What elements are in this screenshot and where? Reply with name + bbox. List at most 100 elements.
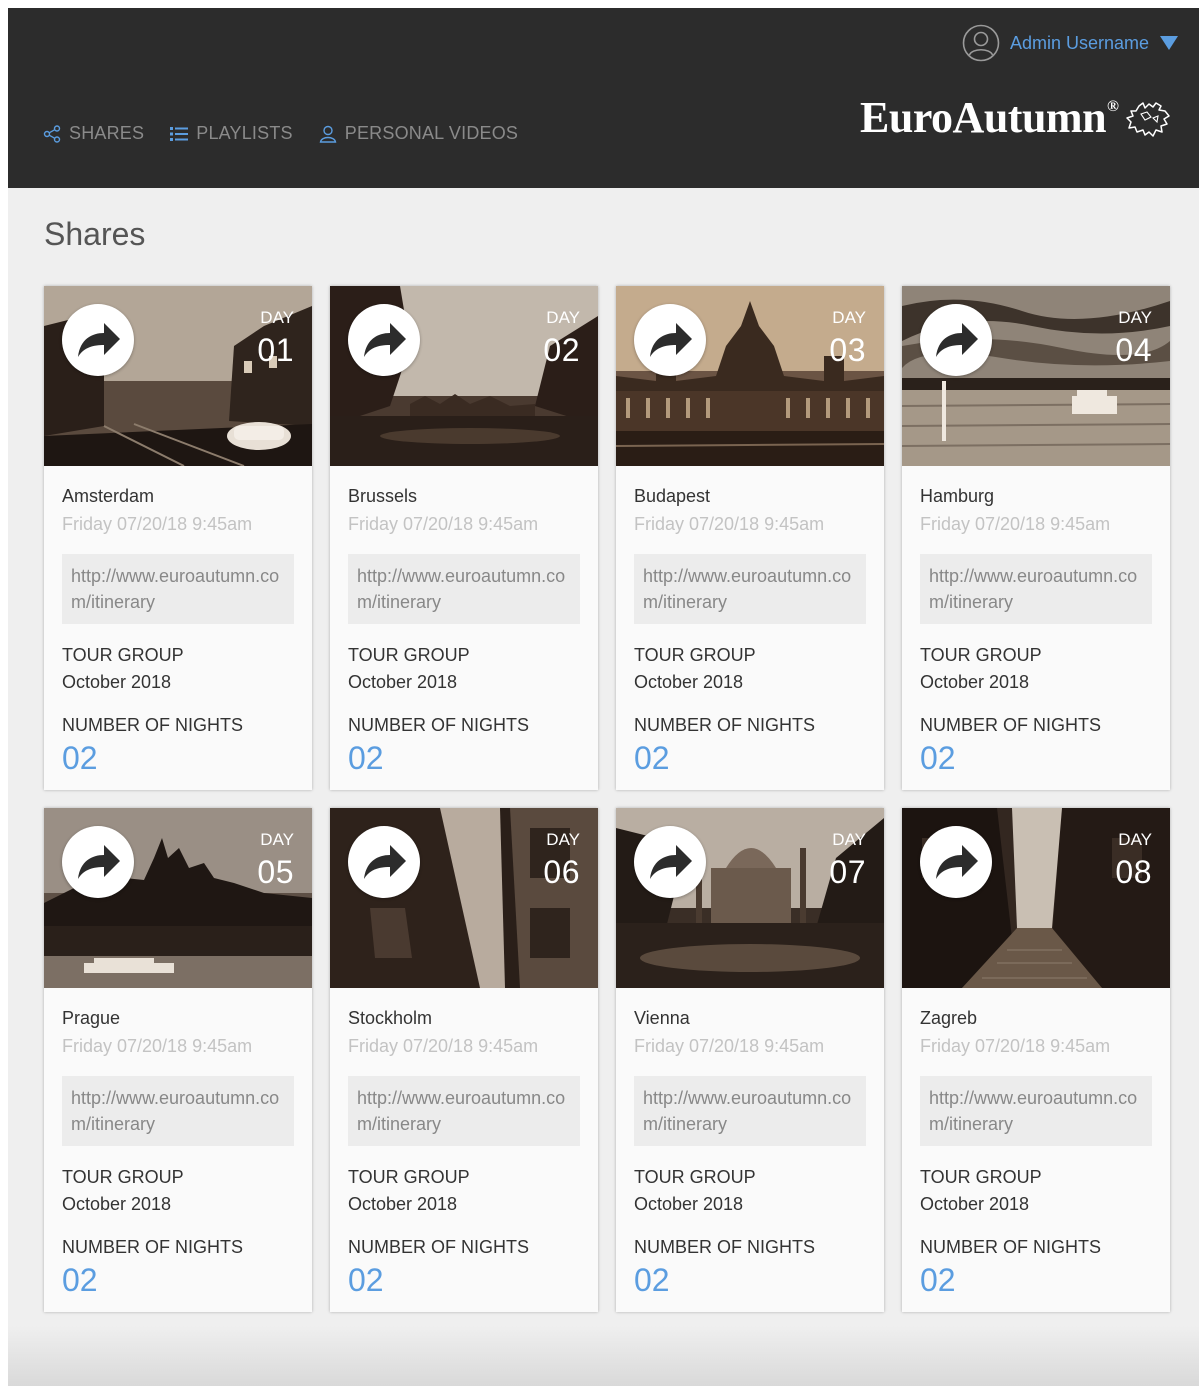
share-button[interactable]: [920, 304, 992, 376]
share-card-body: Prague Friday 07/20/18 9:45am http://www…: [44, 988, 312, 1299]
top-header: Admin Username SHARES PLAYLISTS PERSONAL…: [8, 8, 1199, 188]
share-url-field[interactable]: http://www.euroautumn.com/itinerary: [348, 554, 580, 624]
share-thumbnail[interactable]: DAY 02: [330, 286, 598, 466]
share-arrow-icon: [364, 323, 406, 357]
share-button[interactable]: [634, 826, 706, 898]
nights-label: NUMBER OF NIGHTS: [62, 715, 244, 735]
tour-group-label: TOUR GROUP: [634, 1167, 756, 1187]
tour-group-value: October 2018: [920, 1194, 1030, 1214]
nights-label: NUMBER OF NIGHTS: [634, 1237, 816, 1257]
nav-item-personal-videos[interactable]: PERSONAL VIDEOS: [319, 123, 518, 144]
share-arrow-icon: [650, 845, 692, 879]
share-card[interactable]: DAY 02 Brussels Friday 07/20/18 9:45am h…: [330, 286, 598, 790]
day-number: 08: [1115, 854, 1152, 890]
city-name: Prague: [62, 1008, 121, 1028]
tour-group-label: TOUR GROUP: [348, 645, 470, 665]
brand-logo[interactable]: EuroAutumn ®: [860, 96, 1171, 145]
nav-label-personal-videos[interactable]: PERSONAL VIDEOS: [345, 123, 518, 144]
share-date: Friday 07/20/18 9:45am: [62, 514, 253, 534]
user-icon: [319, 125, 337, 143]
tour-group-label: TOUR GROUP: [920, 645, 1042, 665]
day-label: DAY: [546, 308, 580, 327]
share-thumbnail[interactable]: DAY 08: [902, 808, 1170, 988]
city-name: Vienna: [634, 1008, 690, 1028]
share-url-field[interactable]: http://www.euroautumn.com/itinerary: [634, 1076, 866, 1146]
share-url-field[interactable]: http://www.euroautumn.com/itinerary: [348, 1076, 580, 1146]
share-thumbnail[interactable]: DAY 07: [616, 808, 884, 988]
europe-map-icon: [1125, 100, 1171, 145]
shares-grid: DAY 01 Amsterdam Friday 07/20/18 9:45am …: [44, 286, 1170, 1312]
share-thumbnail[interactable]: DAY 04: [902, 286, 1170, 466]
day-label: DAY: [260, 830, 294, 849]
share-url-field[interactable]: http://www.euroautumn.com/itinerary: [920, 1076, 1152, 1146]
nav-label-playlists[interactable]: PLAYLISTS: [196, 123, 293, 144]
share-card[interactable]: DAY 07 Vienna Friday 07/20/18 9:45am htt…: [616, 808, 884, 1312]
day-number: 07: [829, 854, 866, 890]
city-name: Zagreb: [920, 1008, 978, 1028]
share-button[interactable]: [62, 826, 134, 898]
nights-value: 02: [634, 740, 670, 776]
day-number: 03: [829, 332, 866, 368]
share-button[interactable]: [634, 304, 706, 376]
share-arrow-icon: [936, 845, 978, 879]
share-card[interactable]: DAY 03 Budapest Friday 07/20/18 9:45am h…: [616, 286, 884, 790]
day-label: DAY: [832, 830, 866, 849]
share-button[interactable]: [62, 304, 134, 376]
share-button[interactable]: [920, 826, 992, 898]
tour-group-value: October 2018: [348, 672, 458, 692]
user-menu[interactable]: Admin Username: [962, 23, 1179, 63]
share-icon: [43, 124, 61, 143]
share-date: Friday 07/20/18 9:45am: [634, 514, 825, 534]
share-thumbnail[interactable]: DAY 01: [44, 286, 312, 466]
city-name: Brussels: [348, 486, 418, 506]
share-card[interactable]: DAY 08 Zagreb Friday 07/20/18 9:45am htt…: [902, 808, 1170, 1312]
share-date: Friday 07/20/18 9:45am: [348, 1036, 539, 1056]
share-url-field[interactable]: http://www.euroautumn.com/itinerary: [62, 554, 294, 624]
city-name: Hamburg: [920, 486, 995, 506]
share-card[interactable]: DAY 05 Prague Friday 07/20/18 9:45am htt…: [44, 808, 312, 1312]
nights-label: NUMBER OF NIGHTS: [62, 1237, 244, 1257]
share-button[interactable]: [348, 826, 420, 898]
nights-value: 02: [62, 1262, 98, 1298]
day-label: DAY: [1118, 830, 1152, 849]
caret-down-icon[interactable]: [1159, 35, 1179, 51]
day-label: DAY: [832, 308, 866, 327]
tour-group-label: TOUR GROUP: [62, 1167, 184, 1187]
share-card[interactable]: DAY 06 Stockholm Friday 07/20/18 9:45am …: [330, 808, 598, 1312]
nav-item-playlists[interactable]: PLAYLISTS: [170, 123, 293, 144]
share-card[interactable]: DAY 01 Amsterdam Friday 07/20/18 9:45am …: [44, 286, 312, 790]
share-url-field[interactable]: http://www.euroautumn.com/itinerary: [62, 1076, 294, 1146]
day-label: DAY: [546, 830, 580, 849]
nights-label: NUMBER OF NIGHTS: [920, 1237, 1102, 1257]
share-date: Friday 07/20/18 9:45am: [920, 514, 1111, 534]
tour-group-label: TOUR GROUP: [348, 1167, 470, 1187]
share-date: Friday 07/20/18 9:45am: [920, 1036, 1111, 1056]
tour-group-value: October 2018: [62, 672, 172, 692]
share-arrow-icon: [78, 845, 120, 879]
share-url-field[interactable]: http://www.euroautumn.com/itinerary: [920, 554, 1152, 624]
city-name: Amsterdam: [62, 486, 155, 506]
city-name: Budapest: [634, 486, 711, 506]
user-avatar-icon[interactable]: [962, 24, 1000, 62]
share-card-body: Brussels Friday 07/20/18 9:45am http://w…: [330, 466, 598, 777]
share-arrow-icon: [650, 323, 692, 357]
share-thumbnail[interactable]: DAY 05: [44, 808, 312, 988]
share-card-body: Zagreb Friday 07/20/18 9:45am http://www…: [902, 988, 1170, 1299]
day-number: 02: [543, 332, 580, 368]
tour-group-label: TOUR GROUP: [62, 645, 184, 665]
share-thumbnail[interactable]: DAY 03: [616, 286, 884, 466]
share-url-field[interactable]: http://www.euroautumn.com/itinerary: [634, 554, 866, 624]
main-nav: SHARES PLAYLISTS PERSONAL VIDEOS: [43, 123, 518, 144]
share-button[interactable]: [348, 304, 420, 376]
day-number: 05: [257, 854, 294, 890]
share-thumbnail[interactable]: DAY 06: [330, 808, 598, 988]
share-date: Friday 07/20/18 9:45am: [348, 514, 539, 534]
list-icon: [170, 126, 189, 142]
tour-group-value: October 2018: [634, 672, 744, 692]
nights-label: NUMBER OF NIGHTS: [634, 715, 816, 735]
share-card[interactable]: DAY 04 Hamburg Friday 07/20/18 9:45am ht…: [902, 286, 1170, 790]
user-name[interactable]: Admin Username: [1010, 33, 1149, 54]
share-card-body: Amsterdam Friday 07/20/18 9:45am http://…: [44, 466, 312, 777]
nav-item-shares[interactable]: SHARES: [43, 123, 144, 144]
nav-label-shares[interactable]: SHARES: [69, 123, 144, 144]
